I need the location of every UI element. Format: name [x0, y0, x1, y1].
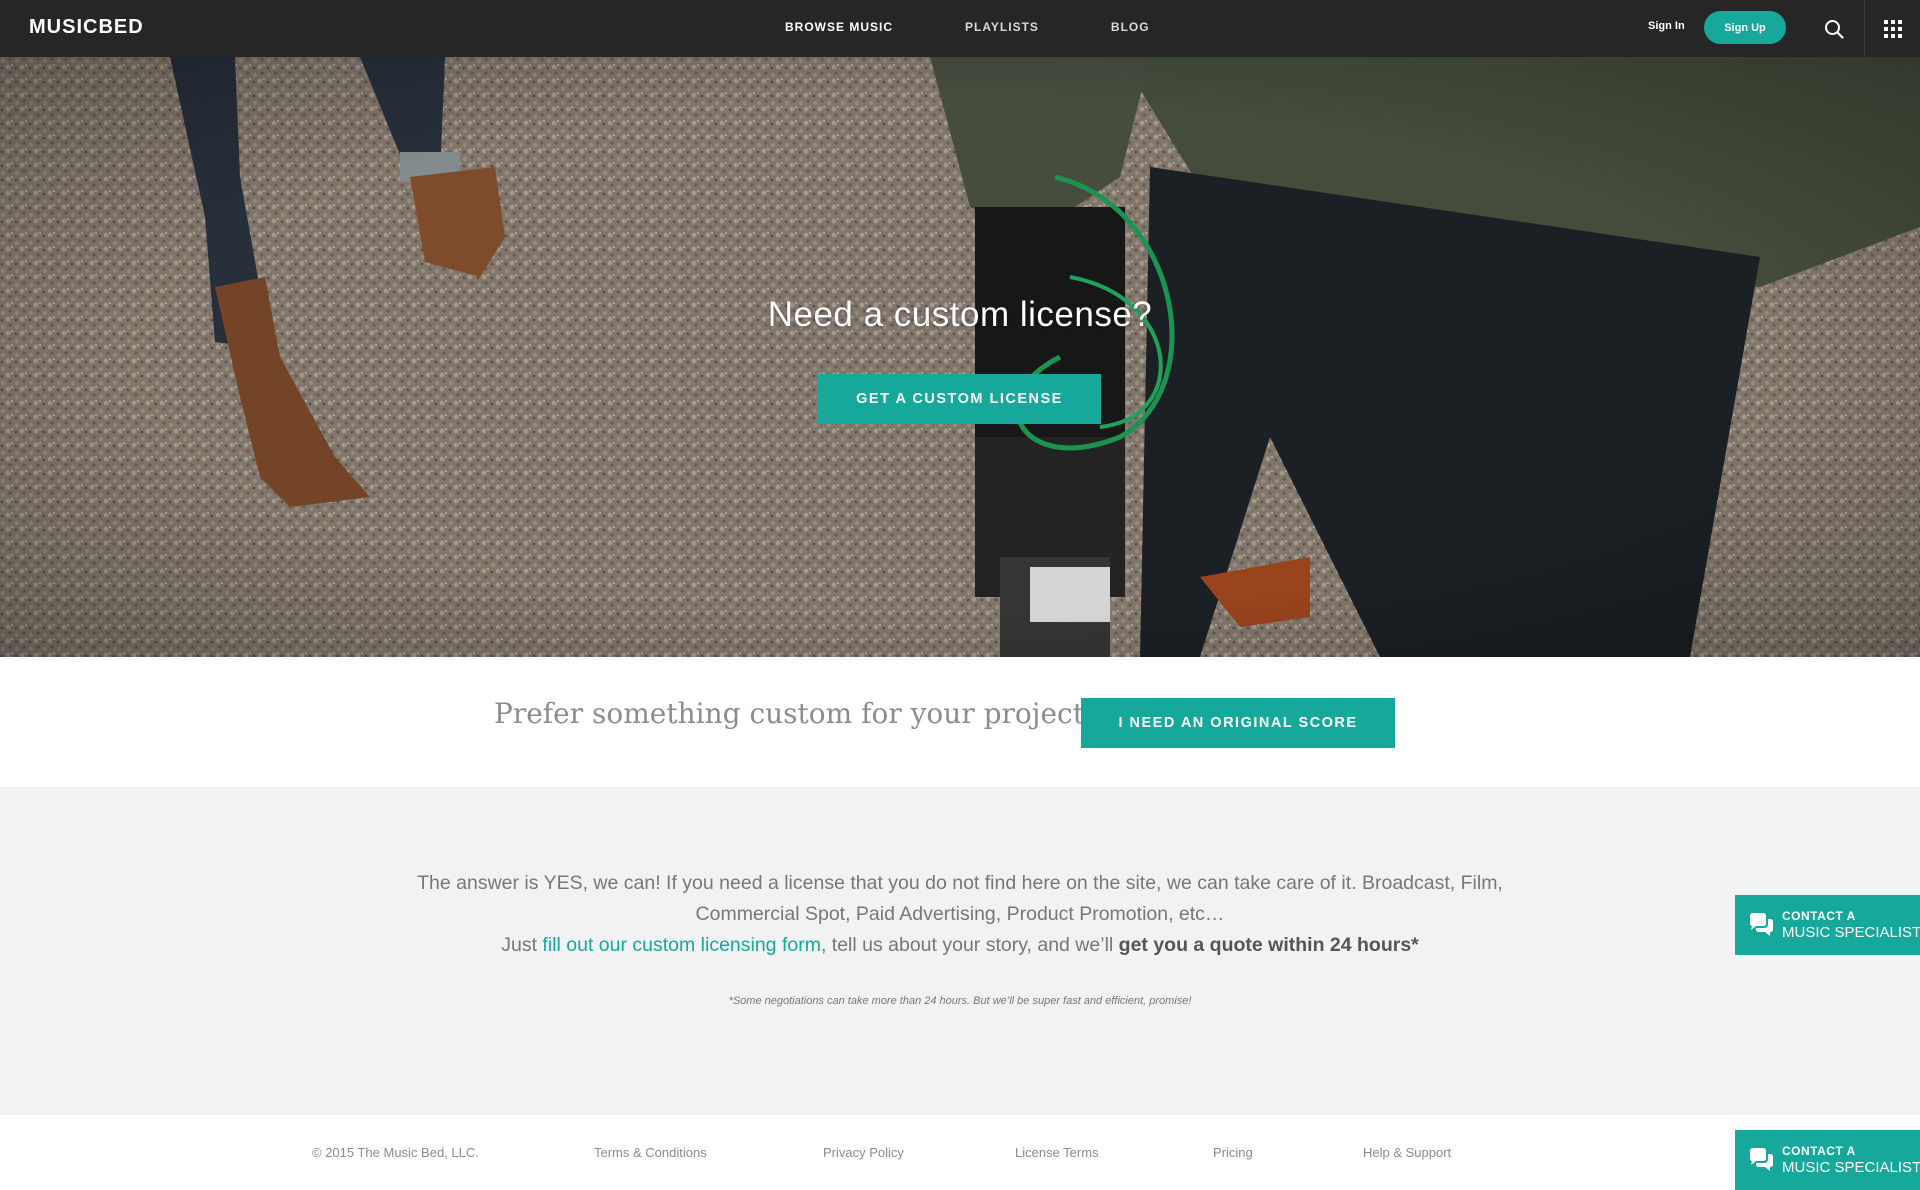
negotiation-disclaimer: *Some negotiations can take more than 24… — [728, 995, 1192, 1007]
search-icon[interactable] — [1806, 0, 1862, 57]
chat-bubbles-icon — [1750, 913, 1773, 936]
chat-bubbles-icon — [1750, 1148, 1773, 1171]
footer-terms-link[interactable]: Terms & Conditions — [594, 1145, 707, 1160]
custom-project-prompt: Prefer something custom for your project… — [494, 697, 1099, 730]
footer-copyright: © 2015 The Music Bed, LLC. — [312, 1145, 479, 1160]
info-line-3-middle: , tell us about your story, and we’ll — [820, 934, 1119, 956]
info-line-2: Commercial Spot, Paid Advertising, Produ… — [695, 903, 1225, 925]
footer-license-terms-link[interactable]: License Terms — [1015, 1145, 1099, 1160]
musicbed-logo[interactable]: MUSICBED — [29, 16, 144, 39]
get-custom-license-button[interactable]: GET A CUSTOM LICENSE — [818, 374, 1101, 424]
info-line-3-prefix: Just — [501, 934, 543, 956]
top-navigation: MUSICBED BROWSE MUSIC PLAYLISTS BLOG Sig… — [0, 0, 1920, 57]
info-line-1: The answer is YES, we can! If you need a… — [417, 872, 1503, 894]
hero-title: Need a custom license? — [767, 295, 1153, 334]
quote-promise: get you a quote within 24 hours* — [1118, 934, 1419, 956]
footer: © 2015 The Music Bed, LLC. Terms & Condi… — [0, 1115, 1920, 1190]
footer-help-link[interactable]: Help & Support — [1363, 1145, 1451, 1160]
custom-licensing-form-link[interactable]: fill out our custom licensing form — [542, 934, 821, 956]
main-nav: BROWSE MUSIC PLAYLISTS BLOG — [785, 20, 1222, 34]
license-info-text: The answer is YES, we can! If you need a… — [360, 868, 1560, 961]
hero-banner: Need a custom license? GET A CUSTOM LICE… — [0, 57, 1920, 657]
contact-specialist-footer-button[interactable]: CONTACT A MUSIC SPECIALIST — [1735, 1130, 1920, 1190]
footer-pricing-link[interactable]: Pricing — [1213, 1145, 1253, 1160]
footer-privacy-link[interactable]: Privacy Policy — [823, 1145, 904, 1160]
sign-in-link[interactable]: Sign In — [1648, 20, 1685, 32]
contact-line-2: MUSIC SPECIALIST — [1782, 1159, 1920, 1176]
hero-background-photo — [0, 57, 1920, 657]
contact-specialist-button[interactable]: CONTACT A MUSIC SPECIALIST — [1735, 895, 1920, 955]
contact-line-2: MUSIC SPECIALIST — [1782, 924, 1920, 941]
contact-line-1: CONTACT A — [1782, 909, 1856, 923]
original-score-button[interactable]: I NEED AN ORIGINAL SCORE — [1081, 698, 1395, 748]
nav-browse-music[interactable]: BROWSE MUSIC — [785, 20, 893, 34]
info-line-3: Just fill out our custom licensing form,… — [360, 930, 1560, 961]
nav-blog[interactable]: BLOG — [1111, 20, 1150, 34]
nav-playlists[interactable]: PLAYLISTS — [965, 20, 1039, 34]
sign-up-button[interactable]: Sign Up — [1704, 11, 1786, 44]
apps-grid-icon[interactable] — [1864, 0, 1920, 57]
license-info-section: The answer is YES, we can! If you need a… — [0, 787, 1920, 1115]
original-score-strip: Prefer something custom for your project… — [0, 657, 1920, 787]
contact-line-1: CONTACT A — [1782, 1144, 1856, 1158]
